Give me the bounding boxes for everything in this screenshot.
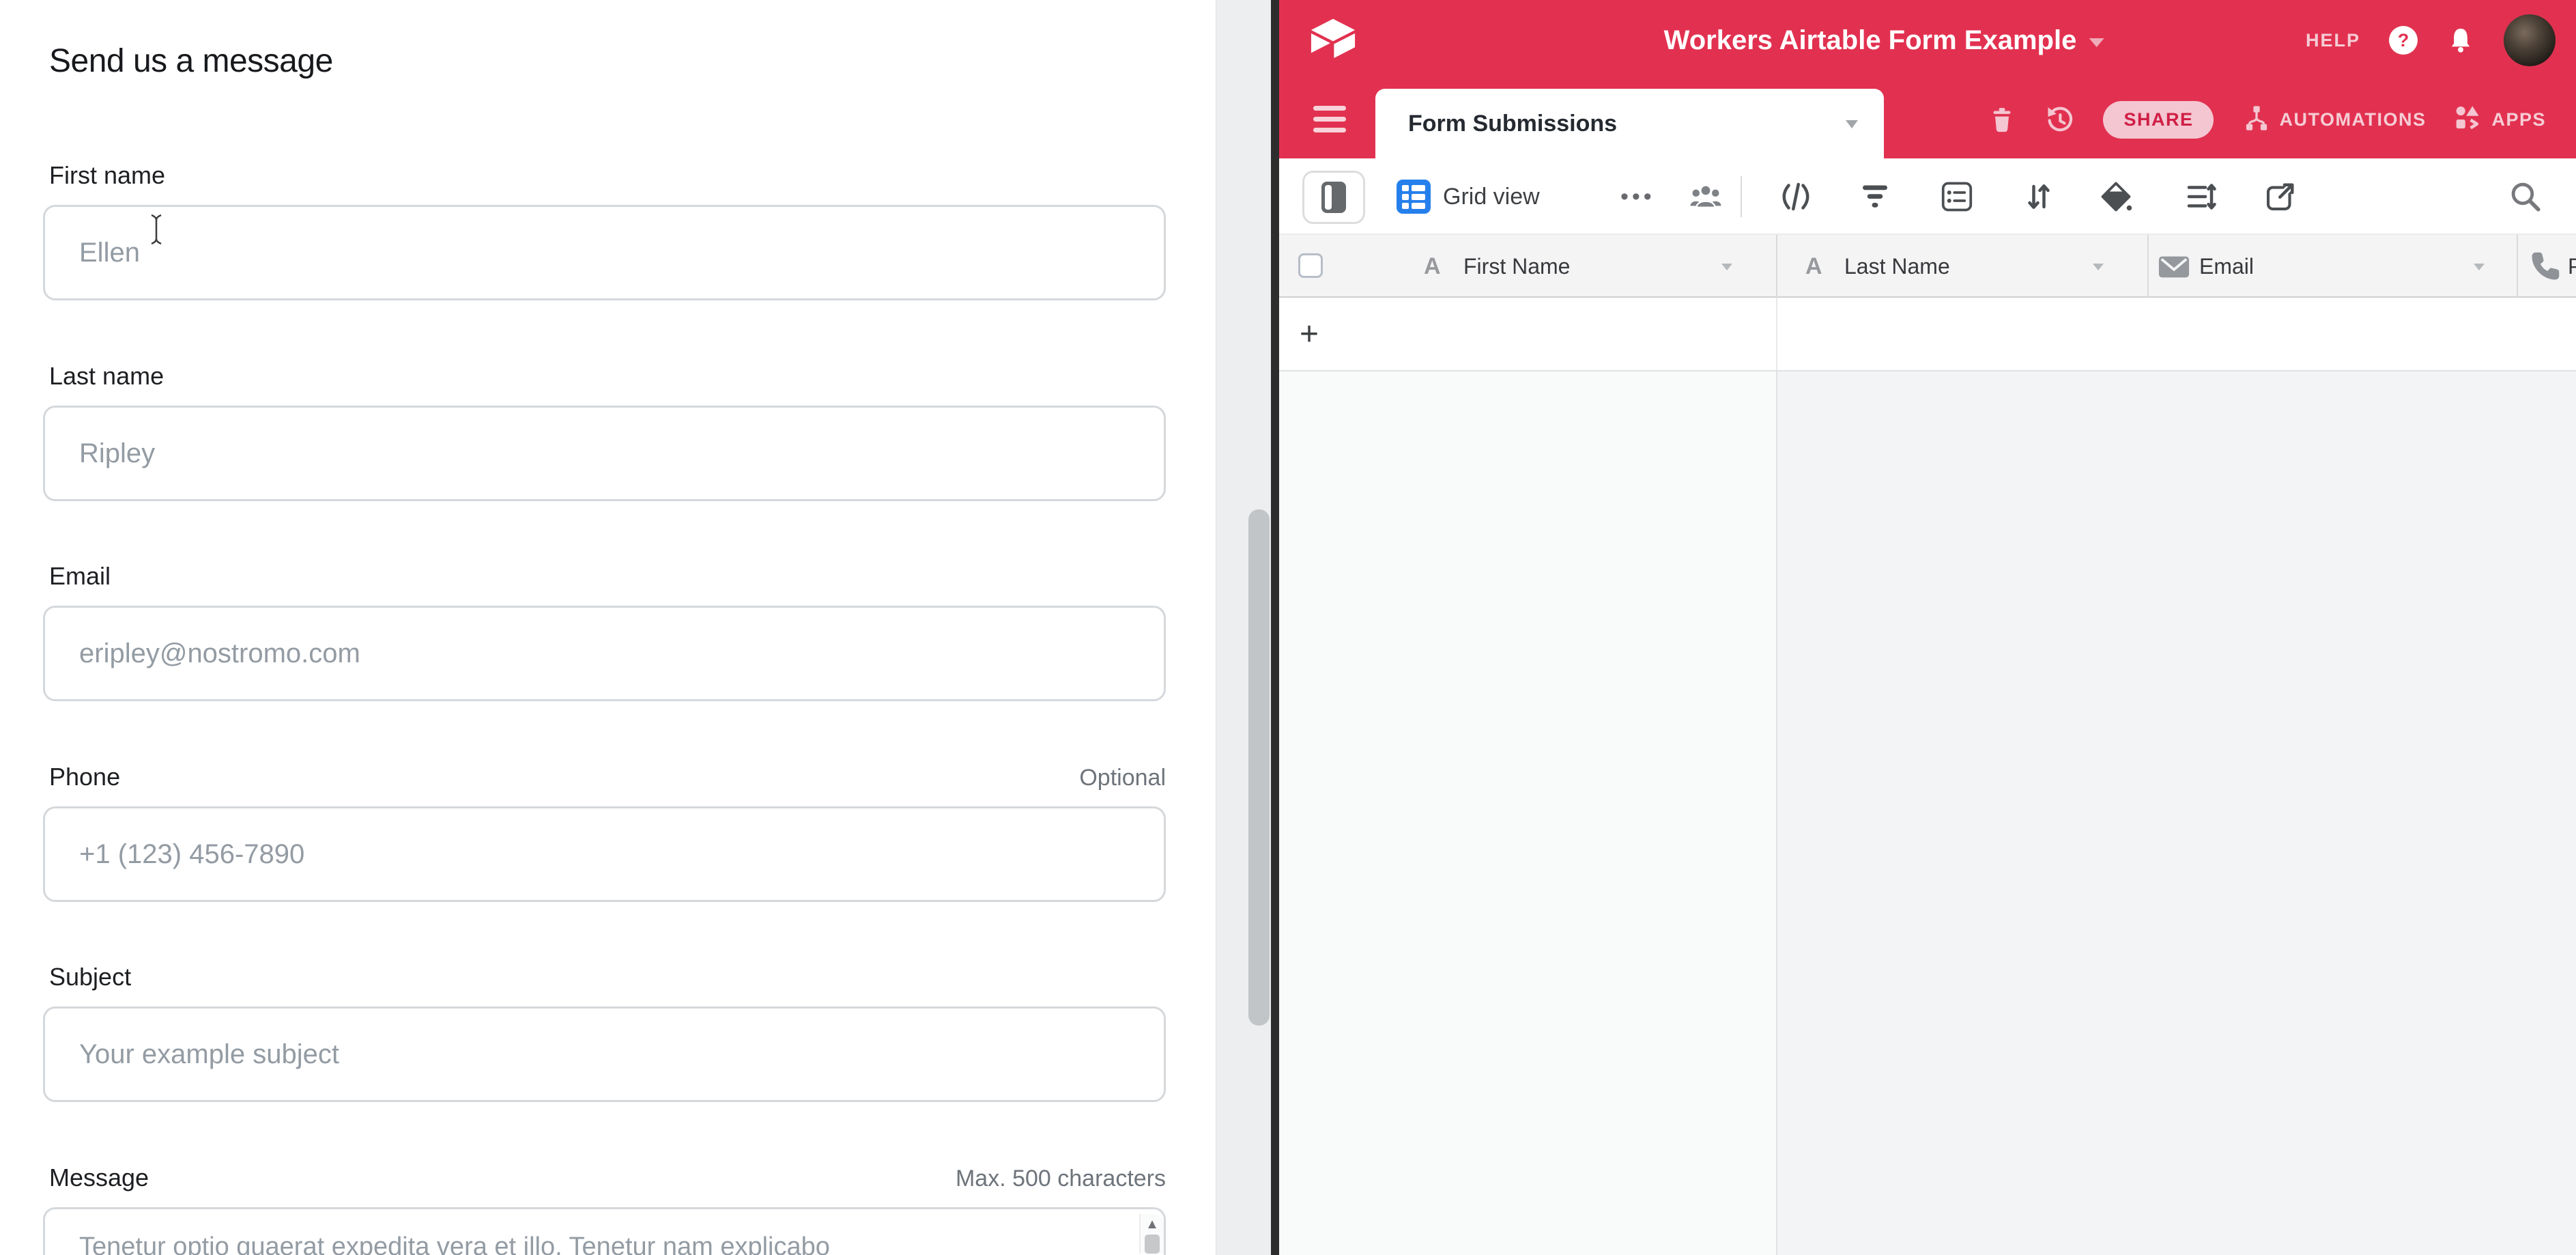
table-tab-caret-icon[interactable] [1846,120,1858,128]
page-scrollbar-track[interactable] [1216,0,1271,1255]
contact-form-pane: Send us a message First name Last name E… [0,0,1216,1255]
airtable-pane: Workers Airtable Form Example HELP ? For… [1279,0,2576,1255]
collaborators-icon[interactable] [1689,180,1723,213]
base-title-caret-icon [2089,38,2104,47]
help-question-icon[interactable]: ? [2389,26,2418,55]
airtable-tabbar: Form Submissions [1279,81,2576,158]
notifications-bell-icon[interactable] [2446,25,2475,55]
grid-area: A First Name A Last Name Email Pho [1279,235,2576,1255]
field-first-name: First name [43,161,1166,300]
email-label: Email [49,562,111,591]
column-caret-icon[interactable] [2474,264,2485,270]
field-type-text-icon: A [1424,235,1441,298]
last-name-label: Last name [49,362,164,391]
column-caret-icon[interactable] [1721,264,1732,270]
tab-form-submissions[interactable]: Form Submissions [1375,89,1884,158]
column-divider[interactable] [1776,235,1777,298]
text-cursor-icon [147,213,165,246]
last-name-input[interactable] [43,406,1166,501]
grid-empty-area [1777,371,2576,1255]
tables-menu-icon[interactable] [1313,106,1346,132]
grid-header-row: A First Name A Last Name Email Pho [1279,235,2576,298]
subject-input[interactable] [43,1006,1166,1102]
field-message: Message Max. 500 characters [43,1164,1166,1255]
screen: Send us a message First name Last name E… [0,0,2576,1255]
column-header-email[interactable]: Email [2199,235,2254,298]
column-divider [1776,298,1777,370]
message-label: Message [49,1164,149,1192]
field-email: Email [43,562,1166,701]
first-name-input[interactable] [43,205,1166,300]
base-title[interactable]: Workers Airtable Form Example [1664,25,2077,56]
page-scrollbar-thumb[interactable] [1248,509,1270,1026]
airtable-topbar: Workers Airtable Form Example HELP ? [1279,0,2576,81]
share-button[interactable]: SHARE [2103,101,2214,139]
scroll-up-arrow-icon[interactable]: ▲ [1145,1214,1159,1235]
column-divider [1776,371,1777,1255]
column-header-last-name[interactable]: Last Name [1844,235,1950,298]
automations-button[interactable]: AUTOMATIONS [2242,105,2426,134]
user-avatar[interactable] [2504,14,2556,66]
view-options-ellipsis-icon[interactable]: ••• [1620,158,1655,235]
toolbar-divider [1741,176,1742,217]
field-last-name: Last name [43,362,1166,501]
column-divider[interactable] [2147,235,2149,298]
apps-button[interactable]: APPS [2455,105,2546,134]
window-split-divider [1271,0,1279,1255]
add-row-plus-icon[interactable]: + [1300,298,1319,370]
message-max-chars-hint: Max. 500 characters [956,1166,1166,1192]
view-name[interactable]: Grid view [1443,158,1540,235]
airtable-logo-icon[interactable] [1308,18,1358,58]
topbar-actions: HELP ? [2306,0,2556,81]
table-tab-label: Form Submissions [1408,111,1617,137]
textarea-scrollbar[interactable]: ▲ [1139,1214,1164,1254]
row-height-icon[interactable] [2185,180,2218,213]
group-icon[interactable] [1941,180,1973,213]
color-icon[interactable] [2100,180,2132,213]
column-divider[interactable] [2517,235,2518,298]
grid-view-icon [1397,180,1431,214]
field-type-text-icon: A [1805,235,1822,298]
message-textarea[interactable] [43,1207,1166,1255]
history-icon[interactable] [2044,104,2074,135]
filter-icon[interactable] [1859,180,1891,213]
grid-empty-area [1279,371,1776,1255]
form-title: Send us a message [49,42,333,80]
first-name-label: First name [49,161,165,190]
share-view-icon[interactable] [2264,180,2297,213]
phone-input[interactable] [43,806,1166,902]
add-row[interactable]: + [1279,298,2576,371]
automations-label: AUTOMATIONS [2279,109,2426,130]
view-sidebar-toggle-button[interactable] [1302,171,1365,224]
apps-label: APPS [2491,109,2546,130]
select-all-checkbox[interactable] [1298,253,1323,278]
field-type-email-icon [2158,251,2190,283]
hide-fields-icon[interactable] [1779,180,1812,213]
column-header-phone[interactable]: Phone [2568,235,2576,298]
phone-label: Phone [49,763,120,791]
sort-icon[interactable] [2022,180,2055,213]
field-subject: Subject [43,963,1166,1102]
automations-icon [2242,105,2271,134]
base-title-menu[interactable]: Workers Airtable Form Example [1664,0,2104,81]
column-caret-icon[interactable] [2093,264,2104,270]
email-input[interactable] [43,606,1166,701]
field-type-phone-icon [2529,250,2562,283]
column-header-first-name[interactable]: First Name [1463,235,1570,298]
sidebar-panel-icon [1321,182,1346,213]
tabbar-actions: SHARE AUTOMATIONS [1988,81,2546,158]
search-icon[interactable] [2508,179,2543,214]
textarea-scrollbar-thumb[interactable] [1145,1235,1160,1254]
field-phone: Phone Optional [43,763,1166,902]
phone-optional-hint: Optional [1079,765,1166,791]
apps-icon [2455,105,2483,134]
subject-label: Subject [49,963,131,991]
help-button[interactable]: HELP [2306,30,2360,51]
view-toolbar: Grid view ••• [1279,158,2576,235]
trash-icon[interactable] [1988,104,2016,135]
